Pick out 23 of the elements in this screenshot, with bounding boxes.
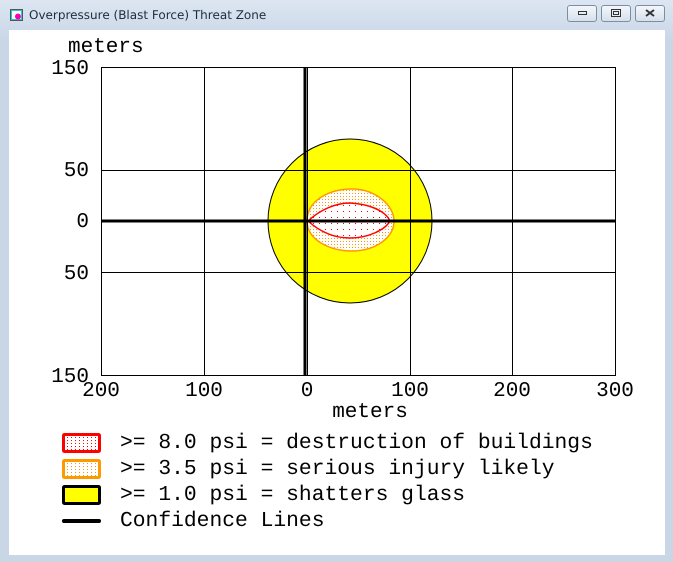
x-tick-label: 100 (185, 380, 223, 403)
close-icon (645, 9, 655, 17)
minimize-icon (578, 11, 586, 15)
window-title: Overpressure (Blast Force) Threat Zone (29, 8, 268, 22)
maximize-button[interactable] (601, 4, 631, 22)
app-icon (10, 9, 23, 21)
y-tick-label: 50 (64, 263, 89, 286)
y-tick-label: 50 (64, 160, 89, 183)
x-tick-label: 200 (493, 380, 531, 403)
y-tick-label: 0 (76, 211, 89, 234)
x-tick-label: 0 (300, 380, 314, 403)
y-axis-label: meters (68, 36, 144, 59)
x-tick-label: 300 (596, 380, 634, 403)
legend-label: >= 8.0 psi = destruction of buildings (120, 431, 593, 455)
legend-label: Confidence Lines (120, 509, 324, 533)
minimize-button[interactable] (567, 4, 597, 22)
legend-label: >= 1.0 psi = shatters glass (120, 483, 466, 507)
x-tick-label: 100 (391, 380, 429, 403)
legend-label: >= 3.5 psi = serious injury likely (120, 457, 555, 481)
y-tick-label: 150 (51, 58, 89, 81)
x-axis-label: meters (332, 401, 408, 424)
maximize-icon (611, 9, 621, 17)
close-button[interactable] (635, 4, 665, 22)
